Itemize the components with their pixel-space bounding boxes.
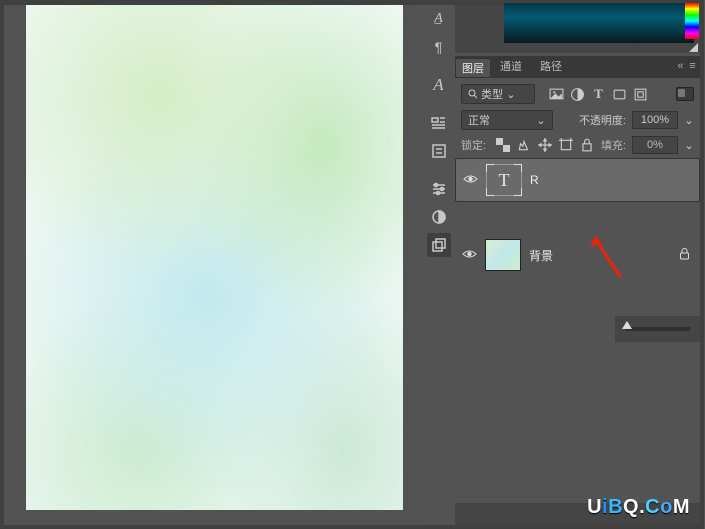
lock-icon — [679, 248, 690, 263]
layers-list: T R 背景 — [455, 158, 700, 503]
lock-position-icon[interactable] — [538, 138, 552, 152]
vertical-toolbar: A̲ ¶ A — [422, 5, 455, 525]
paragraph-styles-icon[interactable] — [427, 111, 451, 135]
opacity-value[interactable]: 100% — [632, 111, 678, 129]
tab-paths[interactable]: 路径 — [531, 54, 571, 78]
slider-track[interactable] — [625, 327, 690, 331]
lock-row: 锁定: 填充: 0% ⌄ — [455, 133, 700, 157]
filter-toggle[interactable] — [676, 87, 694, 101]
search-icon — [468, 89, 478, 99]
chevron-down-icon: ⌄ — [506, 88, 516, 101]
layer-thumbnail[interactable] — [485, 239, 521, 271]
lock-artboard-icon[interactable] — [559, 138, 573, 152]
filter-kind-dropdown[interactable]: 类型 ⌄ — [461, 84, 535, 104]
align-text-icon[interactable]: A̲ — [427, 7, 451, 31]
panel-menu-icon[interactable]: ≡ — [687, 60, 698, 71]
color-panel-corner-icon — [689, 43, 698, 52]
layer-thumbnail-text[interactable]: T — [486, 164, 522, 196]
properties-icon[interactable] — [427, 139, 451, 163]
document-canvas[interactable] — [26, 5, 403, 510]
chevron-down-icon: ⌄ — [536, 114, 546, 127]
layer-name[interactable]: R — [530, 173, 539, 187]
fill-label: 填充: — [601, 137, 626, 153]
blend-mode-value: 正常 — [468, 112, 490, 128]
lock-all-icon[interactable] — [580, 138, 594, 152]
filter-shape-icon[interactable] — [612, 87, 627, 102]
filter-smartobj-icon[interactable] — [633, 87, 648, 102]
adjustments-circle-icon[interactable] — [427, 205, 451, 229]
character-styles-icon[interactable]: A — [427, 73, 451, 97]
fill-value[interactable]: 0% — [632, 136, 678, 154]
layer-name[interactable]: 背景 — [529, 247, 553, 264]
tab-channels[interactable]: 通道 — [491, 54, 531, 78]
filter-row: 类型 ⌄ T — [455, 82, 700, 106]
visibility-eye-icon[interactable] — [462, 173, 478, 188]
layer-row[interactable]: T R — [455, 158, 700, 202]
layers-panel-icon[interactable] — [427, 233, 451, 257]
blend-row: 正常 ⌄ 不透明度: 100% ⌄ — [455, 108, 700, 132]
opacity-label: 不透明度: — [579, 112, 626, 128]
paragraph-icon[interactable]: ¶ — [427, 35, 451, 59]
fill-slider-popup[interactable] — [615, 316, 700, 342]
tab-layers[interactable]: 图层 — [455, 58, 491, 78]
filter-adjustment-icon[interactable] — [570, 87, 585, 102]
filter-pixel-icon[interactable] — [549, 87, 564, 102]
lock-image-icon[interactable] — [517, 138, 531, 152]
hue-strip[interactable] — [685, 3, 699, 39]
slider-thumb-icon[interactable] — [622, 321, 632, 329]
color-field[interactable] — [504, 3, 694, 43]
adjustments-sliders-icon[interactable] — [427, 177, 451, 201]
color-panel — [455, 5, 700, 53]
filter-type-icon[interactable]: T — [591, 87, 606, 102]
watermark: UiBQ.CoM — [587, 496, 690, 519]
layer-row[interactable]: 背景 — [455, 233, 700, 277]
visibility-eye-icon[interactable] — [461, 248, 477, 263]
right-panels: 图层 通道 路径 « ≡ 类型 ⌄ T — [455, 5, 700, 525]
lock-label: 锁定: — [461, 137, 486, 153]
chevron-down-icon[interactable]: ⌄ — [684, 139, 694, 152]
panel-collapse-icon[interactable]: « — [675, 60, 686, 71]
chevron-down-icon[interactable]: ⌄ — [684, 114, 694, 127]
lock-transparent-icon[interactable] — [496, 138, 510, 152]
filter-kind-label: 类型 — [481, 86, 503, 102]
panel-tabs: 图层 通道 路径 « ≡ — [455, 56, 700, 78]
blend-mode-dropdown[interactable]: 正常 ⌄ — [461, 110, 553, 130]
